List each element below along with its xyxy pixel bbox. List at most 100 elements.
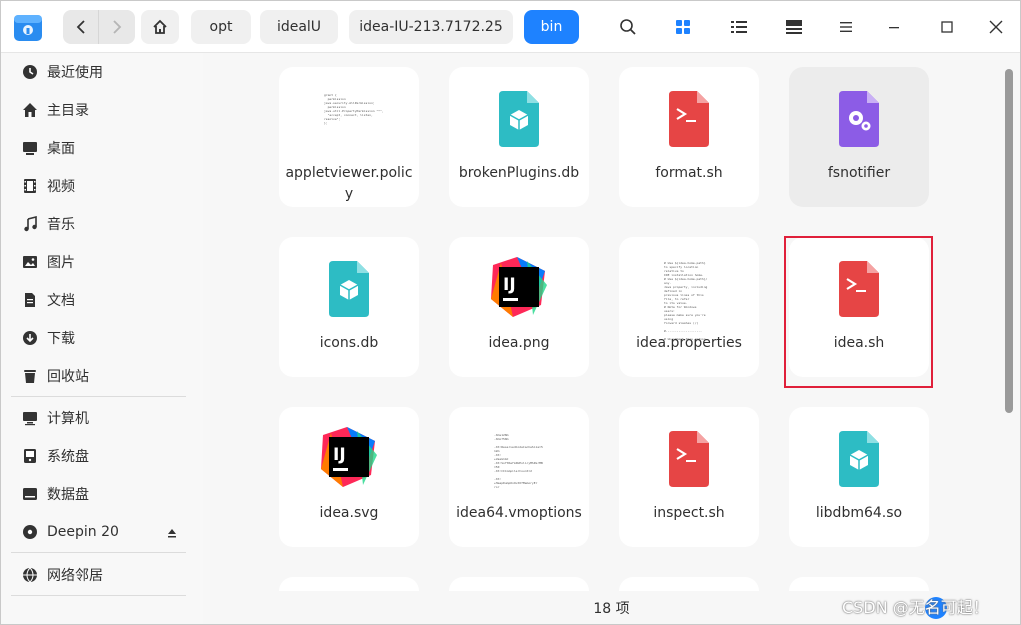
sidebar-item-music[interactable]: 音乐 <box>11 207 191 241</box>
sidebar-item-computer[interactable]: 计算机 <box>11 401 191 435</box>
file-item-idea-properties[interactable]: # Use ${idea.home.path} to specify locat… <box>619 237 759 377</box>
computer-icon <box>19 407 41 429</box>
file-item[interactable] <box>789 577 929 591</box>
home-icon <box>153 19 167 34</box>
sidebar-item-system-disk[interactable]: 系统盘 <box>11 439 191 473</box>
file-name: inspect.sh <box>653 505 725 521</box>
home-crumb-button[interactable] <box>141 10 179 44</box>
breadcrumb-idealu[interactable]: idealU <box>260 10 338 44</box>
intellij-logo-icon: IJ <box>487 255 551 319</box>
sidebar-item-deepin-20[interactable]: Deepin 20 <box>11 515 191 549</box>
disk-icon <box>19 445 41 467</box>
file-manager-logo-icon <box>13 11 43 43</box>
file-name: fsnotifier <box>827 165 891 181</box>
sidebar-item-videos[interactable]: 视频 <box>11 169 191 203</box>
sidebar-item-label: 音乐 <box>47 217 75 233</box>
file-name: format.sh <box>655 165 723 181</box>
sidebar-item-home[interactable]: 主目录 <box>11 93 191 127</box>
shell-script-icon <box>664 429 714 489</box>
database-file-icon <box>494 89 544 149</box>
file-name: libdbm64.so <box>815 505 903 521</box>
file-item[interactable] <box>619 577 759 591</box>
title-bar: opt idealU idea-IU-213.7172.25 bin <box>1 1 1020 53</box>
sidebar-item-network[interactable]: 网络邻居 <box>11 558 191 592</box>
file-item-idea-sh[interactable]: idea.sh <box>789 237 929 377</box>
sidebar-divider <box>11 595 186 596</box>
shell-script-icon <box>834 259 884 319</box>
document-icon <box>19 289 41 311</box>
file-item-inspect-sh[interactable]: inspect.sh <box>619 407 759 547</box>
close-button[interactable] <box>983 14 1009 40</box>
forward-button[interactable] <box>99 10 135 44</box>
sidebar-item-label: 网络邻居 <box>47 568 103 584</box>
file-name: appletviewer.policy <box>285 165 413 202</box>
item-count: 18 项 <box>593 600 630 617</box>
back-button[interactable] <box>63 10 99 44</box>
svg-text:IJ: IJ <box>333 445 346 465</box>
breadcrumb-opt[interactable]: opt <box>191 10 251 44</box>
video-icon <box>19 175 41 197</box>
clock-icon <box>19 61 41 83</box>
sidebar-item-label: 数据盘 <box>47 487 89 503</box>
detail-panel-button[interactable] <box>781 14 807 40</box>
vertical-scrollbar[interactable] <box>1005 69 1013 413</box>
file-item[interactable] <box>449 577 589 591</box>
sidebar-divider <box>11 396 186 397</box>
sidebar-item-label: 计算机 <box>47 411 89 427</box>
detail-view-icon <box>786 20 802 34</box>
file-item-idea-svg[interactable]: IJ idea.svg <box>279 407 419 547</box>
sidebar-item-documents[interactable]: 文档 <box>11 283 191 317</box>
sidebar-item-downloads[interactable]: 下载 <box>11 321 191 355</box>
search-button[interactable] <box>615 14 641 40</box>
sidebar-item-label: 桌面 <box>47 141 75 157</box>
watermark-text: CSDN @无名可起！ <box>842 598 989 617</box>
sidebar-item-label: 系统盘 <box>47 449 89 465</box>
search-icon <box>620 19 636 35</box>
file-name: idea.png <box>488 335 550 351</box>
file-item-icons-db[interactable]: icons.db <box>279 237 419 377</box>
trash-icon <box>19 365 41 387</box>
sidebar-item-desktop[interactable]: 桌面 <box>11 131 191 165</box>
database-file-icon <box>324 259 374 319</box>
file-item-format-sh[interactable]: format.sh <box>619 67 759 207</box>
home-icon <box>19 99 41 121</box>
sidebar-item-trash[interactable]: 回收站 <box>11 359 191 393</box>
maximize-button[interactable] <box>934 14 960 40</box>
desktop-icon <box>19 137 41 159</box>
sidebar-item-label: 视频 <box>47 179 75 195</box>
file-item-brokenplugins-db[interactable]: brokenPlugins.db <box>449 67 589 207</box>
chevron-right-icon <box>113 20 122 34</box>
file-grid: grant { permission java.security.AllPerm… <box>203 53 1020 624</box>
file-item-libdbm64-so[interactable]: libdbm64.so <box>789 407 929 547</box>
file-item-fsnotifier[interactable]: fsnotifier <box>789 67 929 207</box>
icon-view-button[interactable] <box>670 14 696 40</box>
picture-icon <box>19 251 41 273</box>
file-item-idea-png[interactable]: IJ idea.png <box>449 237 589 377</box>
eject-icon[interactable] <box>167 526 177 542</box>
music-icon <box>19 213 41 235</box>
list-view-button[interactable] <box>726 14 752 40</box>
sidebar-item-label: 文档 <box>47 293 75 309</box>
breadcrumb-idea-version[interactable]: idea-IU-213.7172.25 <box>349 10 513 44</box>
sidebar-item-label: 图片 <box>47 255 75 271</box>
minimize-button[interactable] <box>881 14 907 40</box>
sidebar-item-label: 最近使用 <box>47 65 103 81</box>
file-item-idea64-vmoptions[interactable]: -Xms128m -Xmx750m -XX:ReservedCodeCacheS… <box>449 407 589 547</box>
disk-icon <box>19 483 41 505</box>
sidebar-item-data-disk[interactable]: 数据盘 <box>11 477 191 511</box>
sidebar-item-recent[interactable]: 最近使用 <box>11 55 191 89</box>
file-name: idea64.vmoptions <box>456 505 582 521</box>
download-icon <box>19 327 41 349</box>
sidebar-item-pictures[interactable]: 图片 <box>11 245 191 279</box>
sidebar-item-label: 主目录 <box>47 103 89 119</box>
file-item[interactable] <box>279 577 419 591</box>
sidebar-item-label: Deepin 20 <box>47 524 119 540</box>
svg-text:IJ: IJ <box>503 275 516 295</box>
file-item-appletviewer-policy[interactable]: grant { permission java.security.AllPerm… <box>279 67 419 207</box>
breadcrumb-bin[interactable]: bin <box>524 10 579 44</box>
menu-button[interactable] <box>833 14 859 40</box>
database-file-icon <box>834 429 884 489</box>
file-name: idea.svg <box>319 505 379 521</box>
intellij-logo-icon: IJ <box>317 425 381 489</box>
network-icon <box>19 564 41 586</box>
